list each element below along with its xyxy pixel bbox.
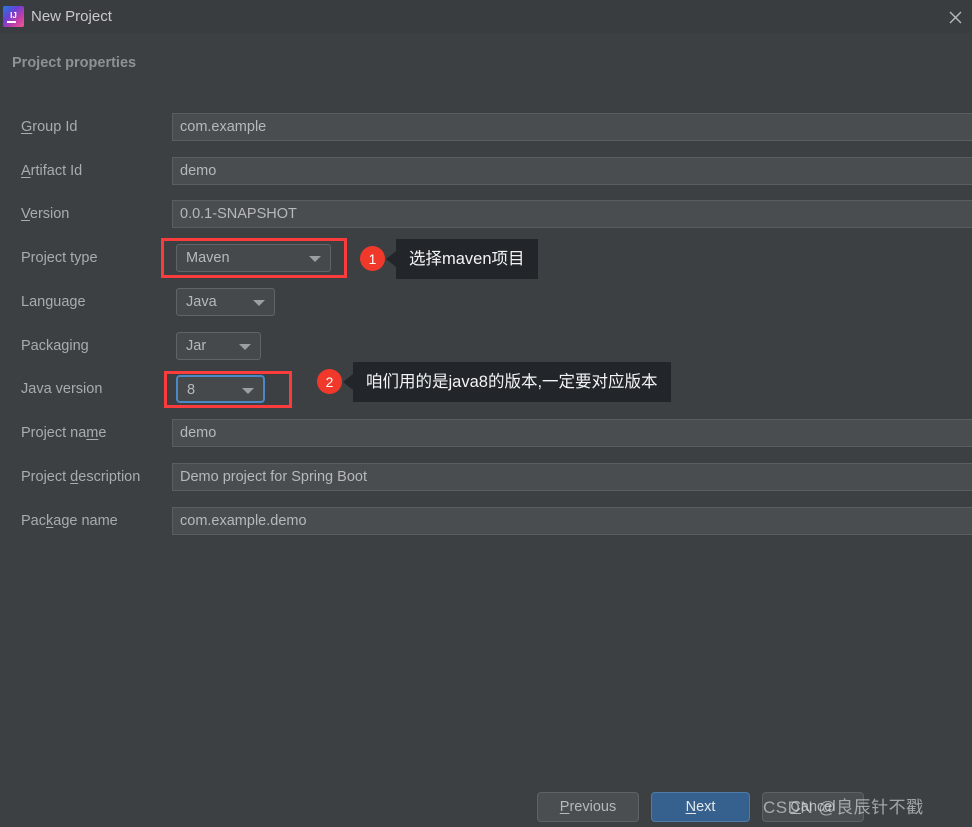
form-row-packaging: Packaging Jar bbox=[0, 332, 972, 360]
intellij-idea-logo-icon: IJ bbox=[3, 6, 24, 27]
package-name-input[interactable]: com.example.demo bbox=[172, 507, 972, 535]
version-input[interactable]: 0.0.1-SNAPSHOT bbox=[172, 200, 972, 228]
new-project-dialog: IJ New Project Project properties Group … bbox=[0, 0, 972, 827]
label-project-name: Project name bbox=[21, 425, 107, 441]
mnemonic-char: C bbox=[790, 799, 801, 815]
mnemonic-char: m bbox=[86, 425, 99, 441]
form-row-language: Language Java bbox=[0, 288, 972, 316]
mnemonic-char: P bbox=[559, 799, 570, 815]
packaging-value: Jar bbox=[186, 338, 207, 354]
label-language: Language bbox=[21, 294, 86, 310]
form-row-artifact-id: Artifact Id demo bbox=[0, 157, 972, 185]
annotation-badge-2: 2 bbox=[317, 369, 342, 394]
next-button[interactable]: Next bbox=[651, 792, 750, 822]
annotation-tooltip-1: 选择maven项目 bbox=[386, 239, 538, 279]
annotation-badge-1: 1 bbox=[360, 246, 385, 271]
annotation-text-2: 咱们用的是java8的版本,一定要对应版本 bbox=[366, 373, 658, 391]
form-row-project-description: Project description Demo project for Spr… bbox=[0, 463, 972, 491]
project-type-select[interactable]: Maven bbox=[176, 244, 331, 272]
tooltip-notch bbox=[386, 251, 396, 267]
chevron-down-icon bbox=[242, 388, 254, 394]
java-version-select[interactable]: 8 bbox=[176, 375, 265, 403]
label-package-name: Package name bbox=[21, 513, 118, 529]
label-project-description: Project description bbox=[21, 469, 141, 485]
language-select[interactable]: Java bbox=[176, 288, 275, 316]
language-value: Java bbox=[186, 294, 217, 310]
page-title: Project properties bbox=[12, 55, 137, 71]
form-row-group-id: Group Id com.example bbox=[0, 113, 972, 141]
form-row-version: Version 0.0.1-SNAPSHOT bbox=[0, 200, 972, 228]
group-id-input[interactable]: com.example bbox=[172, 113, 972, 141]
artifact-id-input[interactable]: demo bbox=[172, 157, 972, 185]
chevron-down-icon bbox=[239, 344, 251, 350]
form-row-package-name: Package name com.example.demo bbox=[0, 507, 972, 535]
close-icon[interactable] bbox=[942, 4, 968, 30]
title-bar: IJ New Project bbox=[0, 0, 972, 33]
project-type-value: Maven bbox=[186, 250, 230, 266]
mnemonic-char: V bbox=[21, 206, 30, 222]
label-artifact-id: Artifact Id bbox=[21, 163, 83, 179]
java-version-value: 8 bbox=[187, 382, 196, 398]
window-title: New Project bbox=[31, 8, 112, 25]
mnemonic-char: N bbox=[685, 799, 697, 815]
cancel-button[interactable]: Cancel bbox=[762, 792, 864, 822]
label-project-type: Project type bbox=[21, 250, 98, 266]
project-description-input[interactable]: Demo project for Spring Boot bbox=[172, 463, 972, 491]
previous-button[interactable]: Previous bbox=[537, 792, 639, 822]
mnemonic-char: G bbox=[21, 119, 33, 135]
packaging-select[interactable]: Jar bbox=[176, 332, 261, 360]
form-row-project-name: Project name demo bbox=[0, 419, 972, 447]
project-name-input[interactable]: demo bbox=[172, 419, 972, 447]
annotation-text-1: 选择maven项目 bbox=[409, 250, 525, 268]
logo-underbar bbox=[7, 21, 16, 23]
logo-glyph: IJ bbox=[10, 10, 17, 20]
label-java-version: Java version bbox=[21, 381, 103, 397]
tooltip-notch bbox=[343, 374, 353, 390]
annotation-tooltip-2: 咱们用的是java8的版本,一定要对应版本 bbox=[343, 362, 671, 402]
label-version: Version bbox=[21, 206, 70, 222]
chevron-down-icon bbox=[253, 300, 265, 306]
chevron-down-icon bbox=[309, 256, 321, 262]
label-packaging: Packaging bbox=[21, 338, 89, 354]
label-group-id: Group Id bbox=[21, 119, 78, 135]
mnemonic-char: A bbox=[21, 163, 31, 179]
